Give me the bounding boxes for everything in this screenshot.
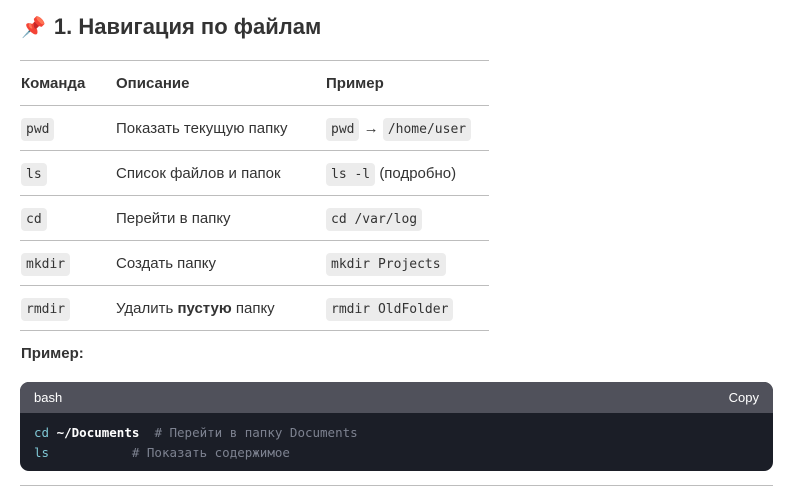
table-row: mkdir Создать папку mkdir Projects bbox=[20, 240, 489, 286]
table-row: rmdir Удалить пустую папку rmdir OldFolder bbox=[20, 285, 489, 331]
table-row: ls Список файлов и папок ls -l (подробно) bbox=[20, 150, 489, 196]
table-row: pwd Показать текущую папку pwd → /home/use… bbox=[20, 105, 489, 151]
code-content: cd ~/Documents # Перейти в папку Documen… bbox=[34, 425, 358, 460]
table-row: cd Перейти в папку cd /var/log bbox=[20, 195, 489, 241]
divider bbox=[20, 485, 773, 486]
copy-button[interactable]: Copy bbox=[729, 390, 759, 405]
pushpin-icon: 📌 bbox=[21, 16, 46, 39]
code-block: bash Copy cd ~/Documents # Перейти в папк… bbox=[20, 382, 773, 471]
example-label: Пример: bbox=[21, 345, 84, 362]
section-heading: 📌 1. Навигация по файлам bbox=[21, 14, 322, 39]
code-header: bash Copy bbox=[20, 382, 773, 413]
commands-table: Команда Описание Пример pwd Показать текущу… bbox=[20, 60, 489, 331]
code-language: bash bbox=[34, 390, 63, 405]
table-header: Команда Описание Пример bbox=[20, 60, 489, 106]
